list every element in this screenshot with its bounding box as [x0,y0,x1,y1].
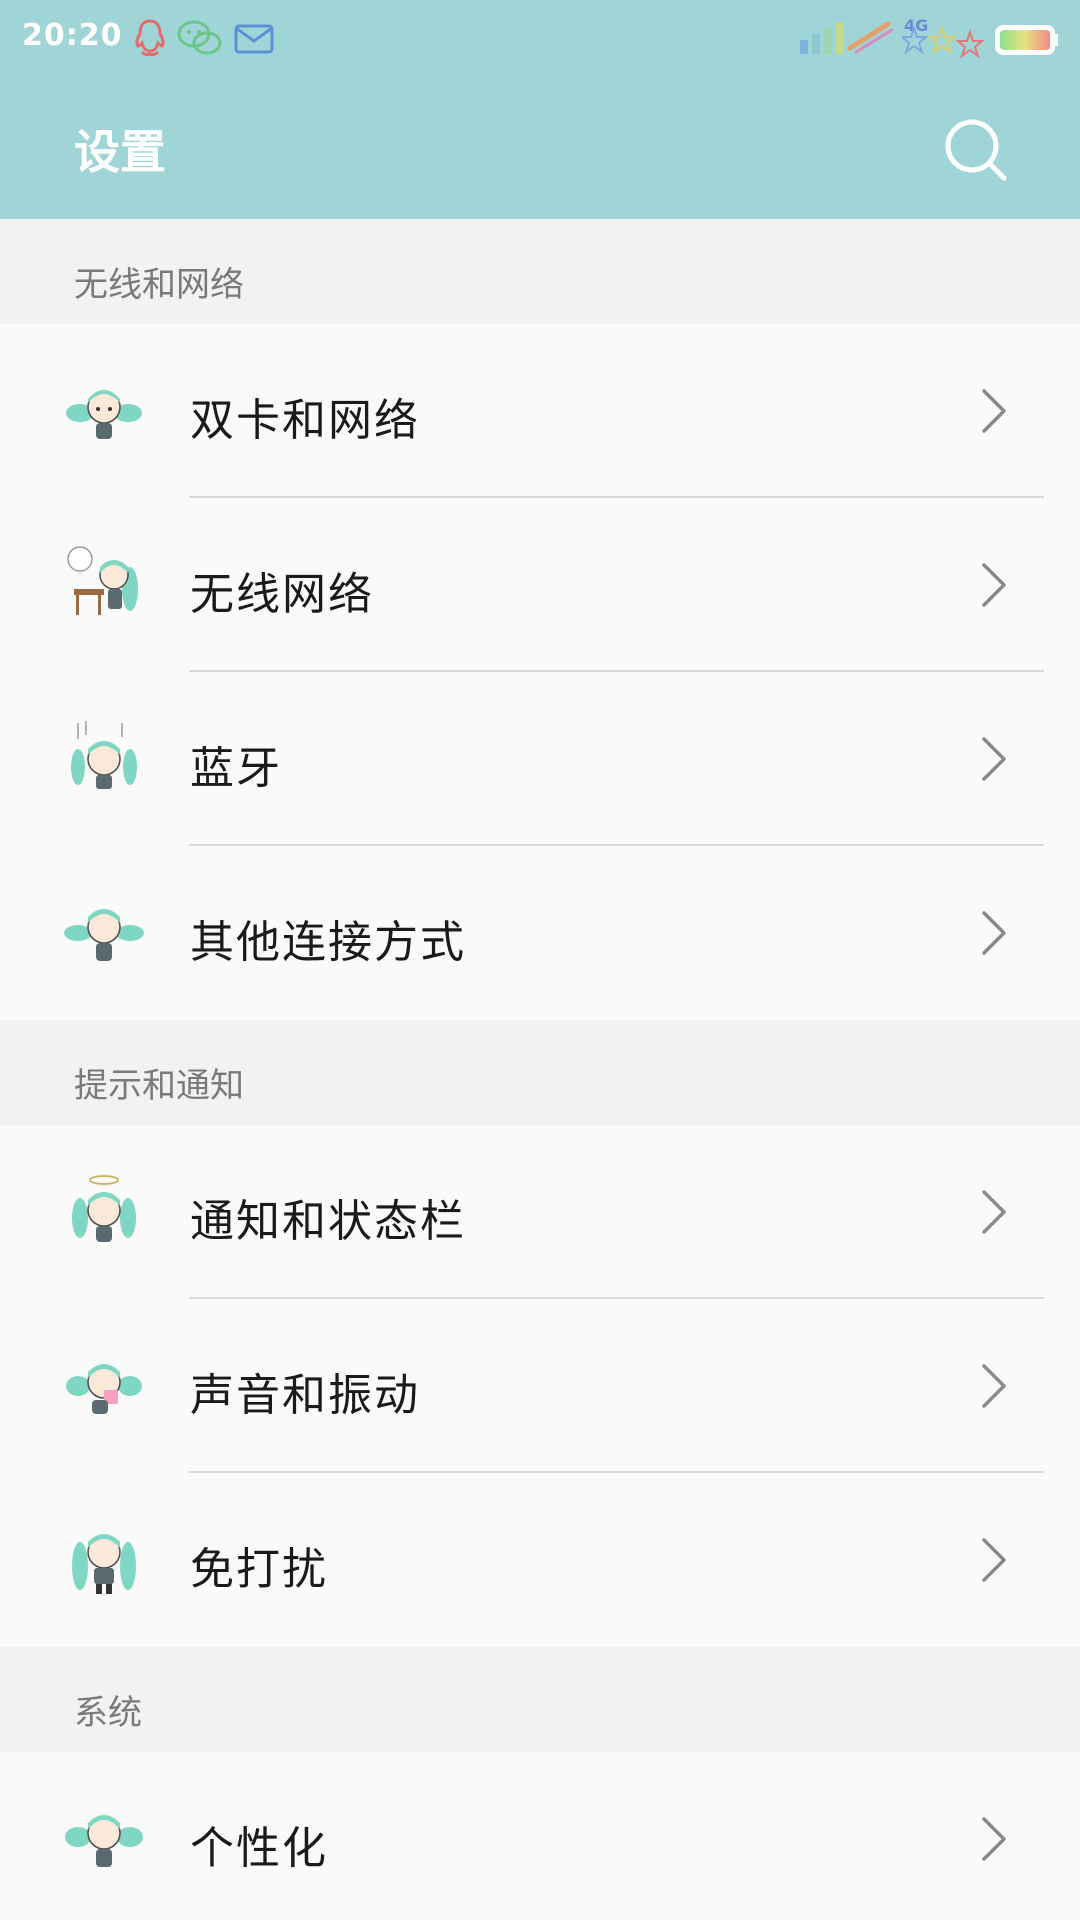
chevron-right-icon [982,1364,1006,1408]
section-header-wireless: 无线和网络 [0,219,1080,324]
group-system: 个性化 [0,1752,1080,1920]
settings-item-personalization[interactable]: 个性化 [0,1752,1080,1920]
settings-item-label: 蓝牙 [190,743,282,794]
chevron-right-icon [982,737,1006,781]
wechat-icon [177,20,222,55]
settings-list: 无线和网络 双卡和网络 无线网络 蓝牙 其他连接方式 提示和通知 通知和状态栏 … [0,219,1080,1920]
search-icon[interactable] [940,114,1012,186]
page-title: 设置 [74,125,166,179]
qq-icon [135,19,165,57]
settings-item-label: 声音和振动 [190,1370,420,1421]
settings-item-sound-vibration[interactable]: 声音和振动 [0,1299,1080,1473]
settings-item-other-connections[interactable]: 其他连接方式 [0,846,1080,1020]
avatar-icon [72,1175,136,1242]
group-notifications: 通知和状态栏 声音和振动 免打扰 [0,1125,1080,1647]
settings-item-dual-sim[interactable]: 双卡和网络 [0,324,1080,498]
settings-item-label: 双卡和网络 [190,395,420,446]
section-header-system: 系统 [0,1647,1080,1752]
settings-item-bluetooth[interactable]: 蓝牙 [0,672,1080,846]
chevron-right-icon [982,563,1006,607]
header: 20:20 4G 设置 [0,0,1080,219]
section-title: 无线和网络 [74,265,244,305]
section-title: 提示和通知 [74,1066,244,1106]
status-bar: 20:20 4G [0,0,1080,80]
settings-item-wlan[interactable]: 无线网络 [0,498,1080,672]
settings-item-do-not-disturb[interactable]: 免打扰 [0,1473,1080,1647]
settings-screen: 20:20 4G 设置 无线和网络 双卡和网络 无线网络 蓝牙 其他连接方式 提… [0,0,1080,1920]
section-header-notifications: 提示和通知 [0,1020,1080,1125]
settings-item-label: 无线网络 [190,569,374,620]
avatar-icon [66,1364,142,1414]
battery-icon [995,25,1058,55]
app-bar: 设置 [0,80,1080,219]
avatar-icon [72,1534,136,1594]
settings-item-label: 通知和状态栏 [190,1196,466,1247]
settings-item-label: 其他连接方式 [190,917,466,968]
group-wireless: 双卡和网络 无线网络 蓝牙 其他连接方式 [0,324,1080,1020]
chevron-right-icon [982,1190,1006,1234]
avatar-icon [71,721,137,789]
signal-icon [800,21,894,54]
star-icon [902,26,985,58]
settings-item-label: 免打扰 [190,1544,328,1595]
section-title: 系统 [74,1693,142,1733]
avatar-icon [65,1815,143,1867]
settings-item-label: 个性化 [190,1823,328,1874]
chevron-right-icon [982,1817,1006,1861]
avatar-icon [64,909,144,961]
settings-item-notifications-status-bar[interactable]: 通知和状态栏 [0,1125,1080,1299]
avatar-icon [66,390,142,439]
chevron-right-icon [982,1538,1006,1582]
chevron-right-icon [982,389,1006,433]
avatar-icon [67,546,138,615]
status-time: 20:20 [22,18,123,53]
mail-icon [234,24,274,54]
chevron-right-icon [982,911,1006,955]
